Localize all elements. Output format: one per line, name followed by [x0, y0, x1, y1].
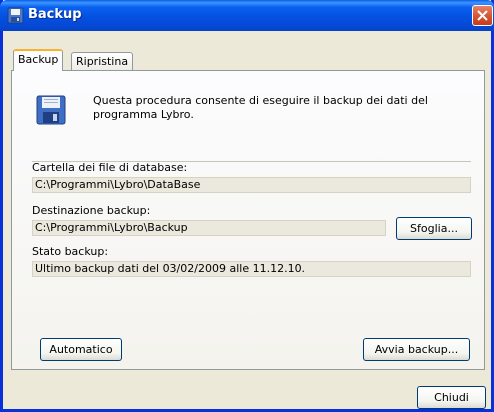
- description-text: Questa procedura consente di eseguire il…: [93, 94, 428, 121]
- database-folder-field: C:\Programmi\Lybro\DataBase: [32, 177, 471, 193]
- database-folder-label: Cartella dei file di database:: [32, 161, 188, 174]
- status-label: Stato backup:: [32, 245, 109, 258]
- status-field: Ultimo backup dati del 03/02/2009 alle 1…: [32, 261, 471, 277]
- close-button[interactable]: Chiudi: [417, 386, 486, 409]
- destination-field: C:\Programmi\Lybro\Backup: [32, 220, 386, 236]
- tab-backup[interactable]: Backup: [13, 49, 64, 71]
- save-icon: [7, 7, 24, 24]
- destination-label: Destinazione backup:: [32, 204, 151, 217]
- tab-backup-label: Backup: [18, 53, 59, 66]
- close-window-button[interactable]: [472, 5, 493, 26]
- tab-ripristina[interactable]: Ripristina: [71, 52, 134, 70]
- floppy-disk-icon: [36, 95, 66, 125]
- start-backup-button[interactable]: Avvia backup...: [363, 338, 470, 361]
- tab-ripristina-label: Ripristina: [76, 55, 129, 68]
- browse-button[interactable]: Sfoglia...: [396, 217, 472, 240]
- window-title: Backup: [28, 7, 82, 22]
- close-icon: [477, 10, 488, 21]
- title-bar[interactable]: Backup: [0, 0, 494, 31]
- automatic-button[interactable]: Automatico: [40, 338, 122, 361]
